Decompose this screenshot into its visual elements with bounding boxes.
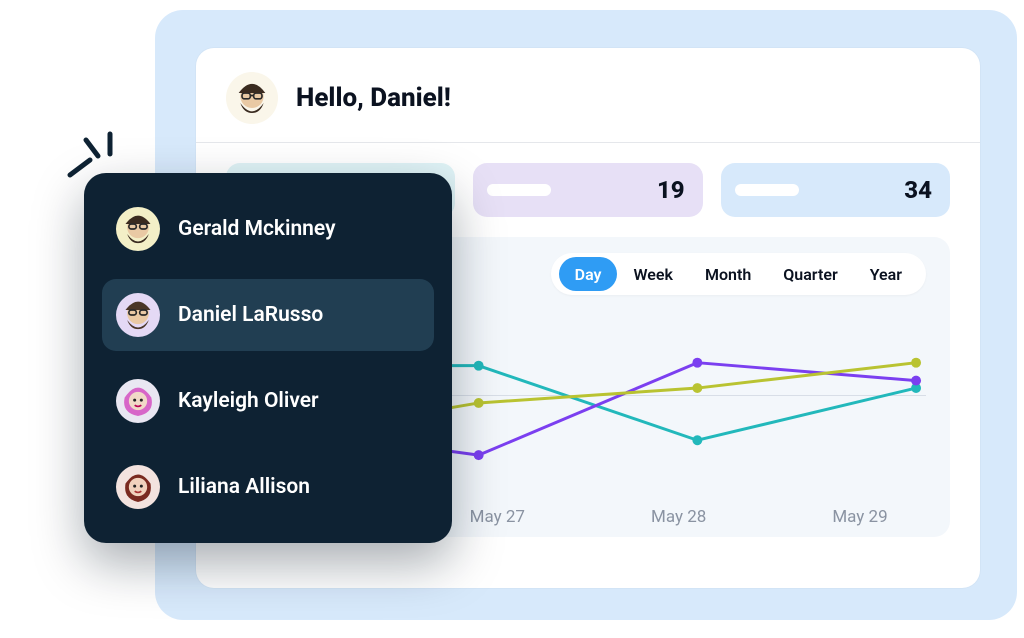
user-picker-item[interactable]: Daniel LaRusso <box>102 279 434 351</box>
user-avatar[interactable] <box>226 72 278 124</box>
greeting-title: Hello, Daniel! <box>296 83 451 113</box>
x-tick: May 29 <box>800 507 920 527</box>
user-picker-item[interactable]: Gerald Mckinney <box>102 193 434 265</box>
user-name: Daniel LaRusso <box>178 303 323 327</box>
range-week[interactable]: Week <box>617 257 688 291</box>
x-tick: May 27 <box>437 507 557 527</box>
avatar-icon <box>116 293 160 337</box>
stat-card-2[interactable]: 19 <box>473 163 702 217</box>
avatar-icon <box>116 207 160 251</box>
time-range-switch: Day Week Month Quarter Year <box>551 253 926 295</box>
range-year[interactable]: Year <box>854 257 918 291</box>
stat-label-placeholder <box>487 184 551 196</box>
stat-value: 19 <box>657 176 685 204</box>
user-picker-item[interactable]: Kayleigh Oliver <box>102 365 434 437</box>
user-name: Gerald Mckinney <box>178 217 336 241</box>
range-month[interactable]: Month <box>689 257 767 291</box>
stat-label-placeholder <box>735 184 799 196</box>
range-day[interactable]: Day <box>559 257 618 291</box>
user-name: Kayleigh Oliver <box>178 389 319 413</box>
dashboard-header: Hello, Daniel! <box>196 48 980 143</box>
stat-card-3[interactable]: 34 <box>721 163 950 217</box>
avatar-icon <box>116 465 160 509</box>
avatar-icon <box>116 379 160 423</box>
user-picker-popover: Gerald Mckinney Daniel LaRusso Kayleigh … <box>84 173 452 543</box>
x-tick: May 28 <box>619 507 739 527</box>
user-picker-item[interactable]: Liliana Allison <box>102 451 434 523</box>
range-quarter[interactable]: Quarter <box>767 257 853 291</box>
user-name: Liliana Allison <box>178 475 310 499</box>
stat-value: 34 <box>904 176 932 204</box>
